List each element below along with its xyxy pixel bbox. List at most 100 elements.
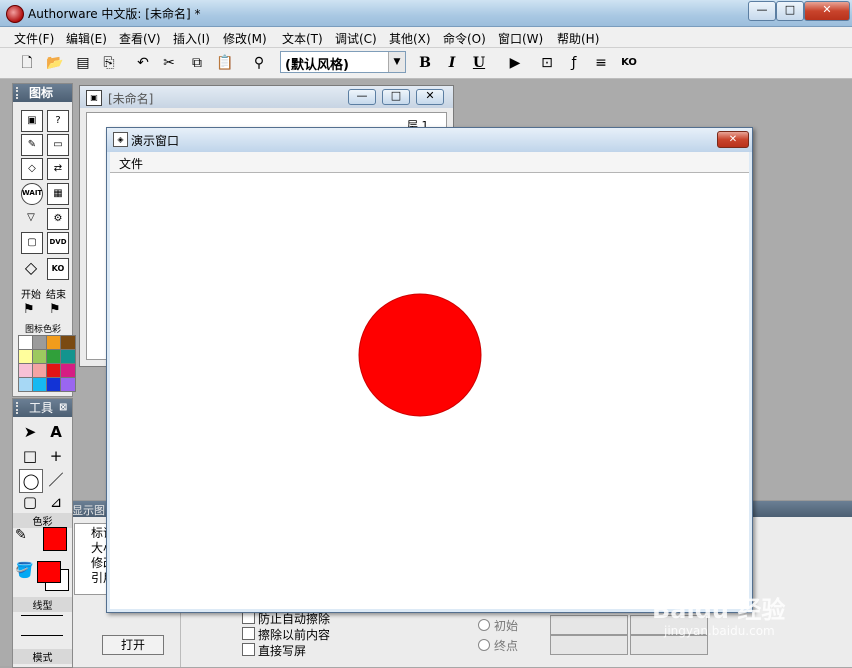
icon-color-swatch[interactable] (60, 349, 76, 364)
line-tool-icon[interactable]: ／ (45, 469, 67, 491)
watermark-logo: Baidu 经验 (652, 596, 786, 624)
close-button[interactable]: ✕ (804, 1, 850, 21)
line-color-swatch[interactable] (43, 527, 67, 551)
import-icon[interactable]: ⎘ (98, 52, 120, 74)
checkbox-direct-to-screen-label: 直接写屏 (258, 644, 307, 658)
polygon-tool-icon[interactable]: ⊿ (45, 491, 67, 513)
crosshair-tool-icon[interactable]: + (45, 445, 67, 467)
italic-button[interactable]: I (441, 52, 463, 74)
underline-button[interactable]: U (468, 52, 490, 74)
fill-bucket-icon[interactable]: 🪣 (15, 561, 34, 579)
icon-color-swatch[interactable] (60, 363, 76, 378)
menu-window[interactable]: 窗口(W) (498, 30, 543, 47)
maximize-button[interactable]: □ (776, 1, 804, 21)
grip-handle[interactable] (16, 87, 22, 99)
presentation-menu-file[interactable]: 文件 (119, 155, 143, 172)
end-flag-icon[interactable]: ⚑ (49, 302, 61, 317)
menu-help[interactable]: 帮助(H) (557, 30, 599, 47)
presentation-window[interactable]: ◈ 演示窗口 ✕ 文件 (106, 127, 753, 613)
copy-icon[interactable]: ⧉ (186, 52, 208, 74)
presentation-canvas[interactable] (110, 172, 749, 609)
initial-x-field[interactable] (550, 615, 628, 635)
ellipse-tool-icon[interactable]: ◯ (19, 469, 43, 493)
paste-icon[interactable]: 📋 (214, 52, 236, 74)
menu-debug[interactable]: 调试(C) (335, 30, 377, 47)
ko-icon[interactable]: KO (47, 258, 69, 280)
erase-icon[interactable]: ▭ (47, 134, 69, 156)
start-flag-icon[interactable]: ⚑ (23, 302, 35, 317)
bold-button[interactable]: B (414, 52, 436, 74)
watermark-url: jingyan.baidu.com (664, 624, 775, 638)
foreground-fill-swatch[interactable] (37, 561, 61, 583)
open-button[interactable]: 打开 (102, 635, 164, 655)
icon-palette-titlebar[interactable]: 图标 (13, 84, 72, 102)
mode-label: 模式 (13, 649, 72, 664)
pencil-icon[interactable]: ✎ (15, 527, 27, 543)
interaction-icon[interactable]: ⚙ (47, 208, 69, 230)
save-all-icon[interactable]: ▤ (72, 52, 94, 74)
end-label: 结束 (46, 290, 66, 301)
new-file-icon[interactable]: 🗋 (16, 52, 38, 74)
flow-close-button[interactable]: ✕ (416, 89, 444, 105)
checkbox-erase-previous[interactable] (242, 627, 255, 640)
menu-edit[interactable]: 编辑(E) (66, 30, 107, 47)
end-y-field[interactable] (630, 635, 708, 655)
grip-handle[interactable] (16, 402, 22, 414)
framework-icon[interactable]: ▦ (47, 183, 69, 205)
menu-text[interactable]: 文本(T) (282, 30, 323, 47)
decision-icon[interactable]: ▽ (21, 208, 41, 228)
cut-icon[interactable]: ✂ (158, 52, 180, 74)
menu-file[interactable]: 文件(F) (14, 30, 54, 47)
flow-window-title: [未命名] (108, 92, 154, 106)
tools-palette-titlebar[interactable]: 工具 ⊠ (13, 399, 72, 417)
radio-initial[interactable] (478, 619, 490, 631)
navigate-icon[interactable]: ⇄ (47, 158, 69, 180)
menu-other[interactable]: 其他(X) (389, 30, 431, 47)
color-section-label: 色彩 (13, 513, 72, 528)
menu-view[interactable]: 查看(V) (119, 30, 161, 47)
calculation-icon[interactable]: ▢ (21, 232, 43, 254)
digital-movie-icon[interactable]: DVD (47, 232, 69, 254)
icon-palette: 图标 ▣ ? ✎ ▭ ◇ ⇄ WAIT ▦ ▽ ⚙ ▢ DVD ◇ KO 开始 … (12, 83, 76, 397)
map-icon[interactable]: ◇ (21, 258, 41, 278)
pointer-tool-icon[interactable]: ➤ (19, 421, 41, 443)
control-panel-icon[interactable]: ⊡ (536, 52, 558, 74)
flow-minimize-button[interactable]: — (348, 89, 376, 105)
red-circle-shape[interactable] (358, 293, 482, 417)
variables-icon[interactable]: ≡ (590, 52, 612, 74)
flow-maximize-button[interactable]: □ (382, 89, 410, 105)
menu-command[interactable]: 命令(O) (443, 30, 486, 47)
text-style-select[interactable]: (默认风格) ▼ (280, 51, 406, 73)
undo-icon[interactable]: ↶ (132, 52, 154, 74)
erase-shape-icon[interactable]: ◇ (21, 158, 43, 180)
flow-window-titlebar[interactable]: ▣ [未命名] — □ ✕ (80, 86, 453, 108)
icon-color-swatch[interactable] (60, 335, 76, 350)
presentation-close-button[interactable]: ✕ (717, 131, 749, 148)
display-icon[interactable]: ▣ (21, 110, 43, 132)
presentation-titlebar[interactable]: ◈ 演示窗口 ✕ (107, 128, 752, 152)
radio-end[interactable] (478, 639, 490, 651)
end-x-field[interactable] (550, 635, 628, 655)
motion-icon[interactable]: ✎ (21, 134, 43, 156)
icon-color-swatches (15, 335, 76, 395)
knowledge-objects-icon[interactable]: KO (618, 52, 640, 74)
minimize-button[interactable]: — (748, 1, 776, 21)
checkbox-direct-to-screen[interactable] (242, 643, 255, 656)
line-style-thin[interactable] (21, 615, 63, 616)
rectangle-tool-icon[interactable]: □ (19, 445, 41, 467)
text-tool[interactable]: A (45, 421, 67, 443)
icon-color-swatch[interactable] (60, 377, 76, 392)
find-icon[interactable]: ⚲ (248, 52, 270, 74)
wait-question-icon[interactable]: ? (47, 110, 69, 132)
chevron-down-icon[interactable]: ▼ (388, 52, 405, 72)
menu-insert[interactable]: 插入(I) (173, 30, 210, 47)
tools-palette: 工具 ⊠ ➤ A □ + ◯ ／ ▢ ⊿ 色彩 ✎ 🪣 线型 模式 (12, 398, 73, 668)
line-style-medium[interactable] (21, 635, 63, 636)
open-file-icon[interactable]: 📂 (44, 52, 66, 74)
run-icon[interactable]: ▶ (504, 52, 526, 74)
rounded-rectangle-tool-icon[interactable]: ▢ (19, 491, 41, 513)
close-icon[interactable]: ⊠ (59, 399, 67, 417)
functions-icon[interactable]: ƒ (563, 52, 585, 74)
menu-modify[interactable]: 修改(M) (223, 30, 267, 47)
wait-icon[interactable]: WAIT (21, 183, 43, 205)
